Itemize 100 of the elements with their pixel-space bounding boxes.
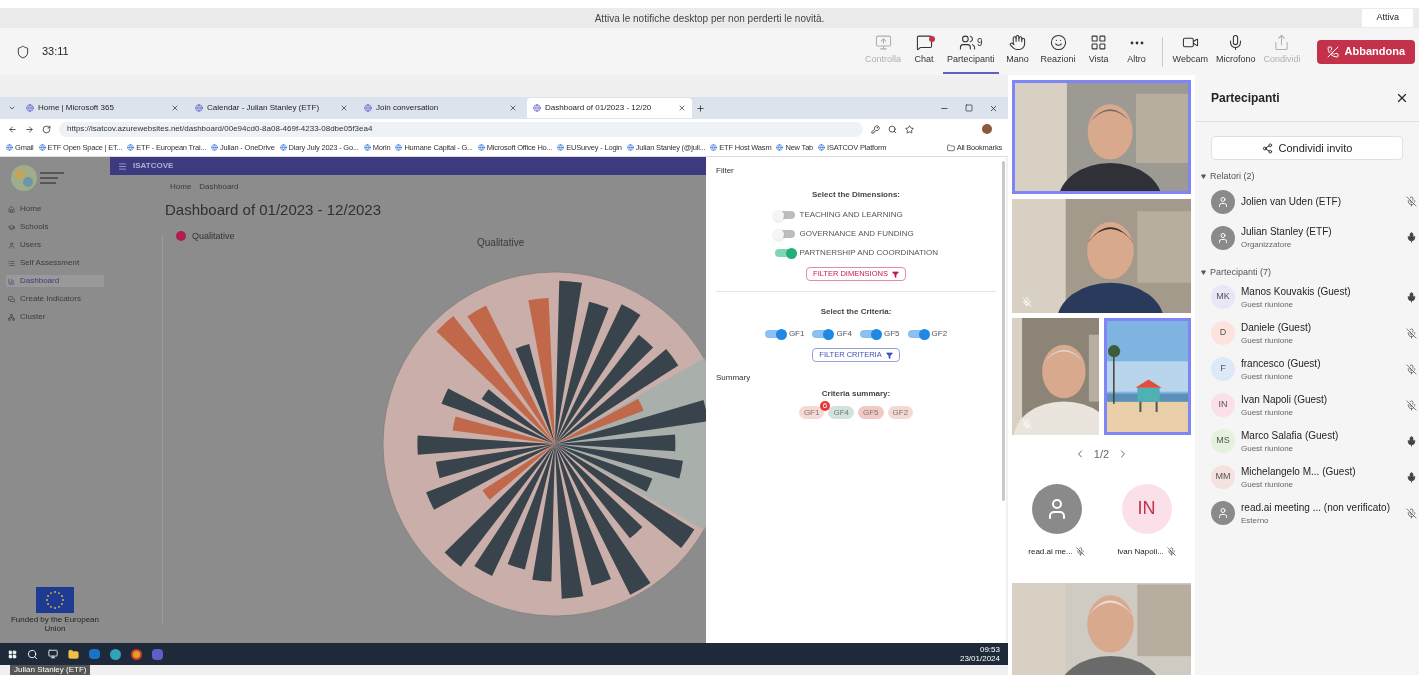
folder-icon[interactable] bbox=[68, 648, 79, 660]
toolbar-button[interactable]: Altro bbox=[1117, 29, 1156, 74]
nav-icon bbox=[8, 223, 15, 231]
toggle-label: GF1 bbox=[788, 328, 805, 340]
mail-app-icon[interactable] bbox=[89, 649, 100, 659]
participant-row[interactable]: F francesco (Guest) Guest riunione bbox=[1195, 351, 1419, 387]
toggle-switch[interactable] bbox=[812, 330, 833, 338]
toggle-switch[interactable] bbox=[774, 249, 795, 257]
maximize-icon[interactable] bbox=[965, 104, 973, 112]
toolbar-button[interactable]: Reazioni bbox=[1036, 29, 1080, 74]
breadcrumb-link[interactable]: Home bbox=[170, 181, 192, 193]
nav-item[interactable]: Dashboard bbox=[6, 275, 104, 287]
participant-row[interactable]: read.ai meeting ... (non verificato) Esterno bbox=[1195, 495, 1419, 531]
browser-app-icon[interactable] bbox=[110, 648, 121, 660]
nav-icon bbox=[8, 241, 15, 249]
menu-icon[interactable] bbox=[118, 161, 127, 171]
leave-button[interactable]: Abbandona bbox=[1316, 39, 1415, 64]
forward-icon[interactable] bbox=[25, 124, 34, 134]
site-icon bbox=[533, 104, 541, 112]
toggle-switch[interactable] bbox=[774, 230, 795, 238]
toolbar-button[interactable]: Microfono bbox=[1211, 29, 1260, 74]
participant-avatar: IN bbox=[1121, 483, 1172, 534]
search-icon[interactable] bbox=[27, 648, 38, 660]
windows-start-icon[interactable] bbox=[8, 649, 17, 659]
chart-title: Qualitative bbox=[477, 236, 525, 250]
site-icon bbox=[195, 104, 203, 112]
participant-avatar: MM bbox=[1211, 465, 1235, 489]
criteria-chip: GF2 bbox=[887, 406, 914, 419]
participant-row[interactable]: MM Michelangelo M... (Guest) Guest riunione bbox=[1195, 459, 1419, 495]
participant-name: read.ai me... bbox=[1028, 545, 1073, 558]
participant-row[interactable]: IN Ivan Napoli (Guest) Guest riunione bbox=[1195, 387, 1419, 423]
toolbar-button[interactable]: Vista bbox=[1079, 29, 1118, 74]
close-icon bbox=[340, 104, 348, 112]
participant-role: Esterno bbox=[1241, 514, 1270, 527]
toolbar-button[interactable]: Webcam bbox=[1168, 29, 1212, 74]
section-header[interactable]: Partecipanti (7) bbox=[1195, 265, 1419, 279]
toggle-switch[interactable] bbox=[764, 330, 785, 338]
count-badge: 6 bbox=[820, 401, 830, 411]
meeting-timer: 33:11 bbox=[42, 44, 69, 60]
muted-microphone-icon bbox=[1022, 419, 1032, 429]
search-icon[interactable] bbox=[888, 124, 897, 134]
toggle-switch[interactable] bbox=[774, 211, 795, 219]
participant-name: Manos Kouvakis (Guest) bbox=[1241, 284, 1352, 299]
share-invite-button[interactable]: Condividi invito bbox=[1211, 136, 1403, 160]
breadcrumb-link[interactable]: Dashboard bbox=[199, 181, 239, 193]
browser-tab[interactable]: Join conversation bbox=[358, 98, 523, 118]
participant-row[interactable]: MK Manos Kouvakis (Guest) Guest riunione bbox=[1195, 279, 1419, 315]
toggle-switch[interactable] bbox=[907, 330, 928, 338]
close-icon[interactable] bbox=[1395, 91, 1409, 105]
smiley-icon bbox=[1049, 34, 1067, 52]
pie-icon bbox=[176, 231, 186, 242]
page-indicator: 1/2 bbox=[1093, 447, 1110, 462]
enable-button[interactable]: Attiva bbox=[1362, 9, 1413, 27]
browser-tab[interactable]: Dashboard of 01/2023 - 12/20 bbox=[527, 98, 692, 118]
hand-icon bbox=[1009, 34, 1027, 52]
participant-row[interactable]: Jolien van Uden (ETF) bbox=[1195, 183, 1419, 220]
star-icon[interactable] bbox=[905, 124, 914, 134]
task-view-icon[interactable] bbox=[48, 649, 58, 659]
participant-row[interactable]: D Daniele (Guest) Guest riunione bbox=[1195, 315, 1419, 351]
back-icon[interactable] bbox=[8, 124, 17, 134]
participant-role: Guest riunione bbox=[1241, 478, 1295, 491]
reload-icon[interactable] bbox=[42, 124, 51, 134]
participant-row[interactable]: Julian Stanley (ETF) Organizzatore bbox=[1195, 219, 1419, 256]
participant-avatar: MK bbox=[1211, 285, 1235, 309]
participant-avatar: D bbox=[1211, 321, 1235, 345]
toolbar-button[interactable]: Chat bbox=[905, 29, 944, 74]
participant-avatar: MS bbox=[1211, 429, 1235, 453]
toolbar-button[interactable]: Mano bbox=[998, 29, 1037, 74]
presenter-name: Julian Stanley (ETF) bbox=[10, 665, 91, 675]
bookmark-icon bbox=[776, 144, 784, 151]
taskbar-clock[interactable]: 09:53 23/01/2024 bbox=[959, 645, 1000, 663]
monitor-icon bbox=[874, 34, 892, 52]
browser-tab[interactable]: Home | Microsoft 365 bbox=[20, 98, 185, 118]
grid-icon bbox=[1090, 34, 1108, 52]
bookmark-icon bbox=[6, 144, 13, 151]
folder-icon bbox=[946, 143, 955, 152]
avatar-icon[interactable] bbox=[982, 124, 992, 134]
page-title: Dashboard of 01/2023 - 12/2023 bbox=[164, 200, 382, 220]
participant-role: Guest riunione bbox=[1241, 334, 1295, 347]
nav-icon bbox=[8, 205, 15, 213]
participant-role: Guest riunione bbox=[1241, 406, 1295, 419]
bookmark-icon bbox=[279, 144, 287, 151]
bookmark-icon bbox=[363, 144, 371, 151]
participant-avatar: F bbox=[1211, 357, 1235, 381]
key-icon[interactable] bbox=[871, 124, 880, 134]
url-field[interactable]: https://isatcov.azurewebsites.net/dashboard/00e94cd0-8a08-469f-4233-08dbe05f3ea4 bbox=[59, 121, 863, 137]
new-tab-icon[interactable] bbox=[696, 103, 705, 113]
participant-row[interactable]: MS Marco Salafia (Guest) Guest riunione bbox=[1195, 423, 1419, 459]
bookmark-icon bbox=[127, 144, 135, 151]
close-icon bbox=[678, 104, 686, 112]
participant-avatar: IN bbox=[1211, 393, 1235, 417]
section-label: Criteria summary: bbox=[821, 388, 891, 400]
browser-tab[interactable]: Calendar - Julian Stanley (ETF) bbox=[189, 98, 354, 118]
toolbar-button[interactable]: 9 Partecipanti bbox=[943, 29, 999, 74]
toggle-switch[interactable] bbox=[860, 330, 880, 338]
section-header[interactable]: Relatori (2) bbox=[1195, 170, 1419, 184]
teams-app-icon[interactable] bbox=[152, 648, 163, 660]
browser-app-icon[interactable] bbox=[131, 648, 142, 660]
tab-list-icon bbox=[8, 104, 16, 112]
nav-icon bbox=[8, 277, 15, 285]
